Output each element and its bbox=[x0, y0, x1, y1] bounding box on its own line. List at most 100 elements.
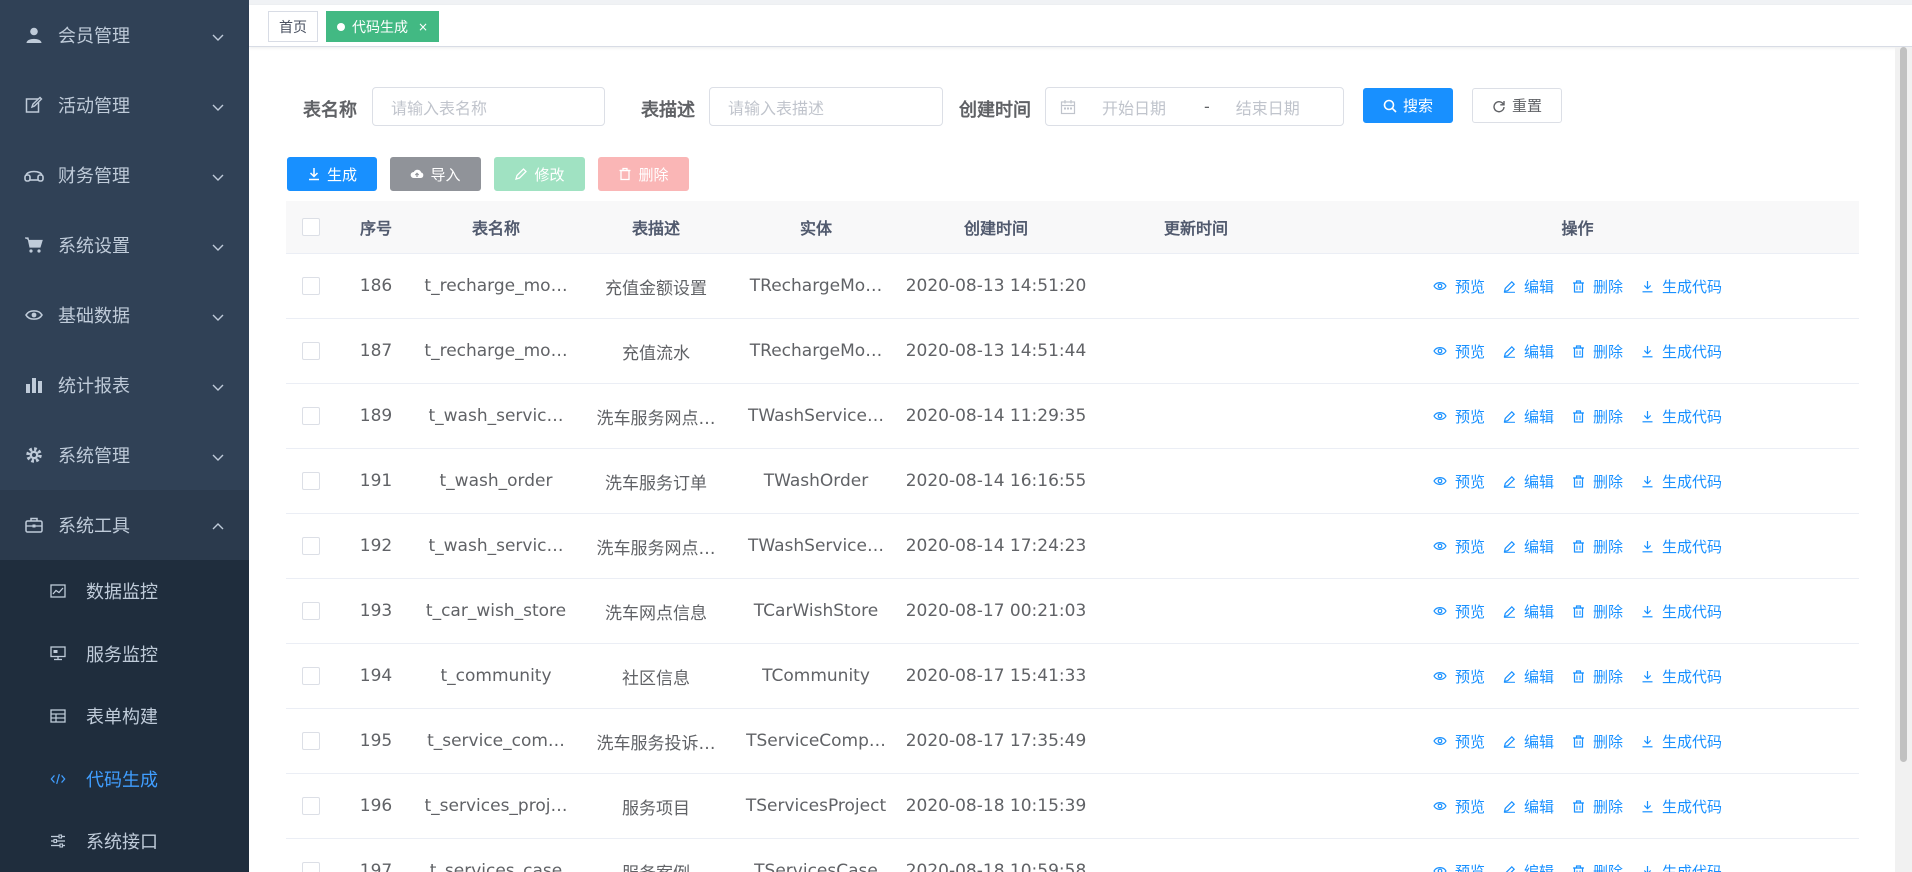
row-delete-link[interactable]: 删除 bbox=[1572, 536, 1623, 557]
row-delete-link[interactable]: 删除 bbox=[1572, 341, 1623, 362]
sidebar-item-4[interactable]: 基础数据 bbox=[0, 280, 249, 350]
table-desc-input[interactable]: 请输入表描述 bbox=[709, 87, 943, 126]
row-gencode-link[interactable]: 生成代码 bbox=[1641, 406, 1722, 427]
row-checkbox[interactable] bbox=[302, 407, 320, 425]
row-actions: 预览 编辑 删除 生成代码 bbox=[1296, 536, 1859, 557]
table-row[interactable]: 189 t_wash_servic… 洗车服务网点… TWashService… 202… bbox=[286, 384, 1859, 449]
date-range-picker[interactable]: 开始日期 - 结束日期 bbox=[1045, 87, 1344, 126]
row-preview-link[interactable]: 预览 bbox=[1433, 796, 1485, 817]
row-edit-link[interactable]: 编辑 bbox=[1503, 666, 1554, 687]
edit-icon bbox=[1503, 410, 1520, 423]
row-gencode-label: 生成代码 bbox=[1662, 537, 1723, 556]
row-delete-link[interactable]: 删除 bbox=[1572, 276, 1623, 297]
table-row[interactable]: 193 t_car_wish_store 洗车网点信息 TCarWishStore 20… bbox=[286, 579, 1859, 644]
row-preview-link[interactable]: 预览 bbox=[1433, 666, 1485, 687]
row-delete-link[interactable]: 删除 bbox=[1572, 406, 1623, 427]
row-gencode-link[interactable]: 生成代码 bbox=[1641, 601, 1722, 622]
sidebar-item-3[interactable]: 系统设置 bbox=[0, 210, 249, 280]
row-gencode-link[interactable]: 生成代码 bbox=[1641, 796, 1722, 817]
row-edit-link[interactable]: 编辑 bbox=[1503, 406, 1554, 427]
row-preview-link[interactable]: 预览 bbox=[1433, 861, 1485, 872]
row-preview-link[interactable]: 预览 bbox=[1433, 341, 1485, 362]
row-checkbox[interactable] bbox=[302, 667, 320, 685]
scrollbar-thumb[interactable] bbox=[1900, 47, 1907, 762]
row-edit-link[interactable]: 编辑 bbox=[1503, 796, 1554, 817]
search-button[interactable]: 搜索 bbox=[1363, 88, 1453, 123]
row-preview-link[interactable]: 预览 bbox=[1433, 731, 1485, 752]
row-gencode-link[interactable]: 生成代码 bbox=[1641, 341, 1722, 362]
generate-button[interactable]: 生成 bbox=[287, 157, 377, 191]
submenu-item-3[interactable]: 代码生成 bbox=[0, 748, 249, 811]
row-delete-link[interactable]: 删除 bbox=[1572, 666, 1623, 687]
row-edit-link[interactable]: 编辑 bbox=[1503, 731, 1554, 752]
submenu-item-2[interactable]: 表单构建 bbox=[0, 685, 249, 748]
row-delete-link[interactable]: 删除 bbox=[1572, 471, 1623, 492]
table-row[interactable]: 186 t_recharge_mo… 充值金额设置 TRechargeMo… 2020-… bbox=[286, 254, 1859, 319]
eye-icon bbox=[1433, 475, 1451, 487]
table-name-input[interactable]: 请输入表名称 bbox=[372, 87, 605, 126]
end-date-input[interactable]: 结束日期 bbox=[1236, 95, 1300, 119]
row-gencode-link[interactable]: 生成代码 bbox=[1641, 536, 1722, 557]
row-preview-link[interactable]: 预览 bbox=[1433, 601, 1485, 622]
row-checkbox[interactable] bbox=[302, 732, 320, 750]
eye-icon bbox=[24, 305, 44, 325]
delete-button[interactable]: 删除 bbox=[598, 157, 689, 191]
modify-button[interactable]: 修改 bbox=[494, 157, 585, 191]
submenu-item-0[interactable]: 数据监控 bbox=[0, 560, 249, 623]
row-checkbox[interactable] bbox=[302, 862, 320, 872]
table-row[interactable]: 197 t_services_case 服务案例 TServicesCase 2020-… bbox=[286, 839, 1859, 872]
row-checkbox[interactable] bbox=[302, 602, 320, 620]
row-preview-link[interactable]: 预览 bbox=[1433, 276, 1485, 297]
row-delete-link[interactable]: 删除 bbox=[1572, 601, 1623, 622]
row-gencode-link[interactable]: 生成代码 bbox=[1641, 861, 1722, 872]
row-edit-link[interactable]: 编辑 bbox=[1503, 861, 1554, 872]
table-row[interactable]: 191 t_wash_order 洗车服务订单 TWashOrder 2020-08-1… bbox=[286, 449, 1859, 514]
reset-button[interactable]: 重置 bbox=[1472, 88, 1562, 123]
row-preview-label: 预览 bbox=[1454, 277, 1485, 296]
sidebar-item-2[interactable]: 财务管理 bbox=[0, 140, 249, 210]
row-checkbox[interactable] bbox=[302, 472, 320, 490]
table-row[interactable]: 195 t_service_com… 洗车服务投诉… TServiceComp… 202… bbox=[286, 709, 1859, 774]
row-edit-link[interactable]: 编辑 bbox=[1503, 536, 1554, 557]
submenu-item-1[interactable]: 服务监控 bbox=[0, 623, 249, 686]
table-row[interactable]: 194 t_community 社区信息 TCommunity 2020-08-17 1… bbox=[286, 644, 1859, 709]
table-row[interactable]: 192 t_wash_servic… 洗车服务网点… TWashService… 202… bbox=[286, 514, 1859, 579]
table-row[interactable]: 196 t_services_proj… 服务项目 TServicesProject 2… bbox=[286, 774, 1859, 839]
row-checkbox[interactable] bbox=[302, 342, 320, 360]
trash-icon bbox=[1572, 864, 1589, 872]
sidebar-item-5[interactable]: 统计报表 bbox=[0, 350, 249, 420]
sidebar-item-0[interactable]: 会员管理 bbox=[0, 0, 249, 70]
row-gencode-link[interactable]: 生成代码 bbox=[1641, 666, 1722, 687]
table-icon bbox=[50, 708, 66, 724]
sidebar-item-6[interactable]: 系统管理 bbox=[0, 420, 249, 490]
row-preview-link[interactable]: 预览 bbox=[1433, 536, 1485, 557]
tag-close-icon[interactable]: × bbox=[418, 20, 428, 34]
row-preview-link[interactable]: 预览 bbox=[1433, 471, 1485, 492]
submenu-item-4[interactable]: 系统接口 bbox=[0, 810, 249, 872]
row-gencode-link[interactable]: 生成代码 bbox=[1641, 471, 1722, 492]
import-button[interactable]: 导入 bbox=[390, 157, 481, 191]
start-date-input[interactable]: 开始日期 bbox=[1102, 95, 1166, 119]
row-create-time: 2020-08-14 16:16:55 bbox=[905, 471, 1087, 491]
row-delete-link[interactable]: 删除 bbox=[1572, 796, 1623, 817]
row-edit-link[interactable]: 编辑 bbox=[1503, 601, 1554, 622]
page-scrollbar[interactable] bbox=[1895, 47, 1912, 872]
tag-code-gen[interactable]: 代码生成 × bbox=[326, 11, 440, 42]
row-checkbox[interactable] bbox=[302, 537, 320, 555]
row-checkbox[interactable] bbox=[302, 277, 320, 295]
select-all-checkbox[interactable] bbox=[302, 218, 320, 236]
table-row[interactable]: 187 t_recharge_mo… 充值流水 TRechargeMo… 2020-08… bbox=[286, 319, 1859, 384]
edit-icon bbox=[1503, 735, 1520, 748]
sidebar-item-7[interactable]: 系统工具 bbox=[0, 490, 249, 560]
row-edit-link[interactable]: 编辑 bbox=[1503, 471, 1554, 492]
row-preview-link[interactable]: 预览 bbox=[1433, 406, 1485, 427]
row-checkbox[interactable] bbox=[302, 797, 320, 815]
row-edit-link[interactable]: 编辑 bbox=[1503, 341, 1554, 362]
row-edit-link[interactable]: 编辑 bbox=[1503, 276, 1554, 297]
row-delete-link[interactable]: 删除 bbox=[1572, 861, 1623, 872]
row-delete-link[interactable]: 删除 bbox=[1572, 731, 1623, 752]
row-gencode-link[interactable]: 生成代码 bbox=[1641, 276, 1722, 297]
row-gencode-link[interactable]: 生成代码 bbox=[1641, 731, 1722, 752]
tag-home[interactable]: 首页 bbox=[268, 11, 318, 42]
sidebar-item-1[interactable]: 活动管理 bbox=[0, 70, 249, 140]
